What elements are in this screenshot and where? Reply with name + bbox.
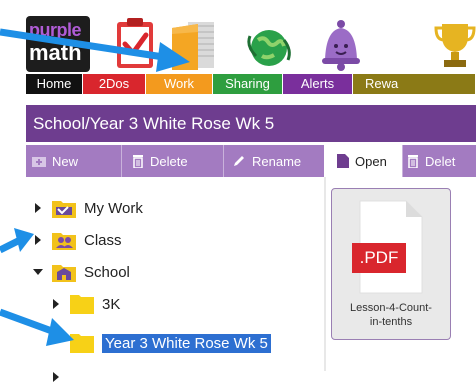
caret-right-icon[interactable] bbox=[50, 371, 62, 383]
arrow-to-class-folder bbox=[0, 228, 34, 254]
arrow-to-work-icon bbox=[0, 28, 190, 72]
annotation-arrows bbox=[0, 28, 190, 346]
arrow-to-year3-folder bbox=[0, 308, 74, 346]
